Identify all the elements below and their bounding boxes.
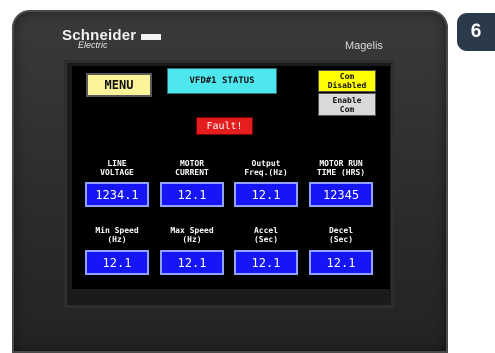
motor-current-value: 12.1 xyxy=(160,182,224,207)
motor-run-time-value: 12345 xyxy=(309,182,373,207)
decel-label: Decel (Sec) xyxy=(328,226,354,244)
output-freq-label: Output Freq.(Hz) xyxy=(244,159,288,177)
com-disabled-line1: Com xyxy=(339,72,355,81)
screen-title: VFD#1 STATUS xyxy=(167,68,277,94)
output-freq-value: 12.1 xyxy=(234,182,298,207)
min-speed-value[interactable]: 12.1 xyxy=(85,250,149,275)
max-speed-label: Max Speed (Hz) xyxy=(170,226,214,244)
max-speed-value[interactable]: 12.1 xyxy=(160,250,224,275)
decel-value[interactable]: 12.1 xyxy=(309,250,373,275)
step-number-badge: 6 xyxy=(457,13,495,51)
accel-label: Accel (Sec) xyxy=(253,226,279,244)
line-voltage-value: 1234.1 xyxy=(85,182,149,207)
model-name: Magelis xyxy=(345,40,383,52)
menu-button[interactable]: MENU xyxy=(86,73,152,97)
com-disabled-line2: Disabled xyxy=(327,81,367,90)
enable-com-button[interactable]: Enable Com xyxy=(318,93,376,116)
brand-logo-bar xyxy=(141,34,161,40)
accel-value[interactable]: 12.1 xyxy=(234,250,298,275)
min-speed-label: Min Speed (Hz) xyxy=(95,226,139,244)
enable-com-line1: Enable xyxy=(332,96,362,105)
brand-logo-subtitle: Electric xyxy=(78,40,108,50)
fault-indicator: Fault! xyxy=(196,117,253,135)
motor-current-label: MOTOR CURRENT xyxy=(175,159,209,177)
line-voltage-label: LINE VOLTAGE xyxy=(100,159,134,177)
com-disabled-indicator: Com Disabled xyxy=(318,70,376,92)
enable-com-line2: Com xyxy=(339,105,355,114)
motor-run-time-label: MOTOR RUN TIME (HRS) xyxy=(316,159,366,177)
